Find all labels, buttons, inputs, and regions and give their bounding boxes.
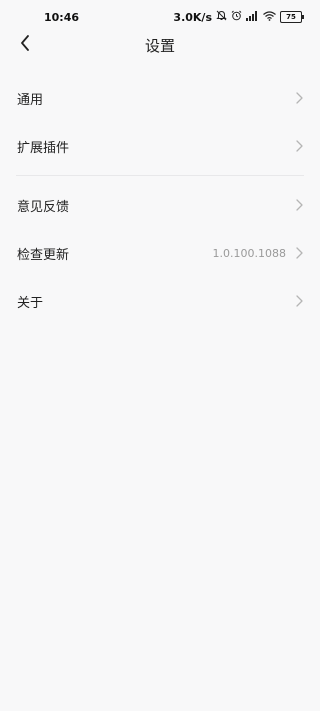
mute-bell-icon (216, 10, 227, 24)
header: 设置 (0, 30, 320, 60)
chevron-right-icon (294, 294, 304, 308)
status-time: 10:46 (44, 10, 80, 24)
network-speed: 3.0K/s (173, 10, 212, 24)
menu-item-label: 关于 (17, 295, 44, 311)
divider (16, 175, 304, 176)
signal-icon (246, 10, 259, 24)
page-title: 设置 (144, 37, 175, 55)
wifi-icon (263, 10, 276, 24)
menu-item-about[interactable]: 关于 (0, 277, 320, 325)
battery-icon: 75 (280, 11, 304, 23)
chevron-right-icon (294, 246, 304, 260)
chevron-right-icon (294, 139, 304, 153)
menu-item-feedback[interactable]: 意见反馈 (0, 181, 320, 229)
chevron-right-icon (294, 198, 304, 212)
menu-item-label: 通用 (17, 92, 44, 108)
menu-item-extensions[interactable]: 扩展插件 (0, 122, 320, 170)
chevron-right-icon (294, 91, 304, 105)
menu-item-general[interactable]: 通用 (0, 74, 320, 122)
status-icons: 3.0K/s 75 (173, 10, 304, 24)
version-value: 1.0.100.1088 (212, 246, 286, 260)
status-bar: 10:46 3.0K/s 75 (0, 0, 320, 34)
alarm-icon (231, 10, 242, 24)
settings-menu: 通用 扩展插件 意见反馈 检查更新 1.0.100.1088 关于 (0, 74, 320, 325)
menu-item-label: 检查更新 (17, 247, 70, 263)
menu-item-label: 扩展插件 (17, 140, 70, 156)
menu-item-check-update[interactable]: 检查更新 1.0.100.1088 (0, 229, 320, 277)
menu-item-label: 意见反馈 (17, 199, 70, 215)
